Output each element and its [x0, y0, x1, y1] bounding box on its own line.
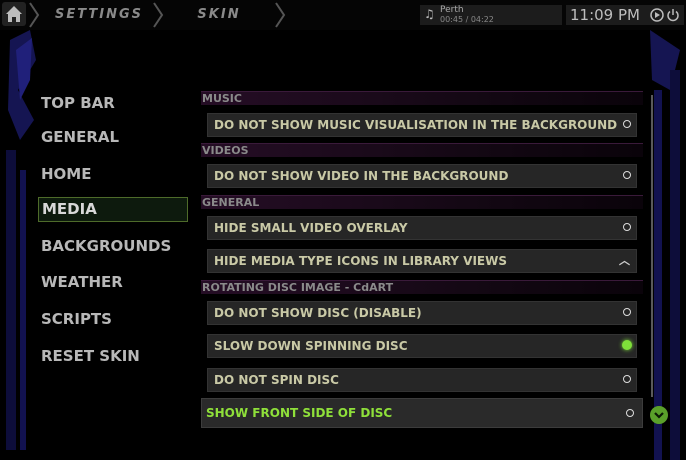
menu-item-top-bar[interactable]: TOP BAR	[38, 91, 188, 116]
chevron-up-icon: ︿	[619, 254, 630, 267]
decor-right-shape	[650, 30, 680, 460]
setting-label: HIDE SMALL VIDEO OVERLAY	[214, 221, 408, 235]
now-playing[interactable]: ♫ Perth 00:45 / 04:22	[420, 5, 562, 25]
setting-row[interactable]: DO NOT SHOW DISC (DISABLE)	[207, 301, 637, 325]
section-header-rotating-disc: ROTATING DISC IMAGE - CdART	[201, 280, 643, 294]
setting-row[interactable]: DO NOT SHOW VIDEO IN THE BACKGROUND	[207, 164, 637, 188]
radio-indicator	[623, 171, 631, 179]
setting-row[interactable]: SLOW DOWN SPINNING DISC	[207, 334, 637, 358]
chevron-right-icon	[153, 2, 164, 28]
home-icon	[6, 6, 22, 22]
setting-row[interactable]: HIDE MEDIA TYPE ICONS IN LIBRARY VIEWS ︿	[207, 249, 637, 273]
breadcrumb-skin[interactable]: SKIN	[164, 3, 274, 27]
menu-item-reset-skin[interactable]: RESET SKIN	[38, 344, 188, 369]
setting-label: DO NOT SHOW VIDEO IN THE BACKGROUND	[214, 169, 509, 183]
now-playing-time: 00:45 / 04:22	[440, 15, 494, 24]
chevron-right-icon	[275, 2, 286, 28]
decor-left-shape	[6, 30, 36, 450]
setting-row-focused[interactable]: SHOW FRONT SIDE OF DISC	[201, 398, 643, 428]
menu-item-scripts[interactable]: SCRIPTS	[38, 307, 188, 332]
setting-row[interactable]: DO NOT SPIN DISC	[207, 368, 637, 392]
chevron-right-icon	[29, 2, 40, 28]
top-bar: SETTINGS SKIN ♫ Perth 00:45 / 04:22 11:0…	[0, 0, 686, 30]
setting-label: SLOW DOWN SPINNING DISC	[214, 339, 408, 353]
home-button[interactable]	[2, 2, 26, 26]
now-playing-track: Perth	[440, 5, 464, 15]
radio-indicator	[626, 409, 634, 417]
setting-row[interactable]: HIDE SMALL VIDEO OVERLAY	[207, 216, 637, 240]
setting-label: DO NOT SHOW DISC (DISABLE)	[214, 306, 422, 320]
setting-label: DO NOT SHOW MUSIC VISUALISATION IN THE B…	[214, 118, 618, 132]
radio-indicator	[623, 375, 631, 383]
setting-label: DO NOT SPIN DISC	[214, 373, 339, 387]
power-icon[interactable]	[666, 8, 680, 22]
scrollbar[interactable]	[651, 95, 653, 397]
setting-label: HIDE MEDIA TYPE ICONS IN LIBRARY VIEWS	[214, 254, 508, 268]
clock-panel: 11:09 PM	[566, 5, 684, 25]
setting-row[interactable]: DO NOT SHOW MUSIC VISUALISATION IN THE B…	[207, 113, 637, 137]
section-header-music: MUSIC	[201, 91, 643, 105]
radio-indicator-on	[622, 340, 632, 350]
menu-item-media[interactable]: MEDIA	[38, 197, 188, 222]
setting-label: SHOW FRONT SIDE OF DISC	[206, 406, 393, 420]
music-note-icon: ♫	[424, 7, 435, 21]
menu-item-home[interactable]: HOME	[38, 162, 188, 187]
section-header-general: GENERAL	[201, 195, 643, 209]
scroll-down-button[interactable]	[650, 406, 668, 424]
chevron-down-icon	[654, 412, 664, 419]
menu-item-general[interactable]: GENERAL	[38, 125, 188, 150]
section-header-videos: VIDEOS	[201, 143, 643, 157]
radio-indicator	[623, 120, 631, 128]
menu-item-backgrounds[interactable]: BACKGROUNDS	[38, 234, 188, 259]
breadcrumb-settings[interactable]: SETTINGS	[44, 3, 154, 27]
radio-indicator	[623, 308, 631, 316]
radio-indicator	[623, 223, 631, 231]
clock: 11:09 PM	[570, 6, 640, 24]
menu-item-weather[interactable]: WEATHER	[38, 270, 188, 295]
play-icon[interactable]	[650, 8, 664, 22]
